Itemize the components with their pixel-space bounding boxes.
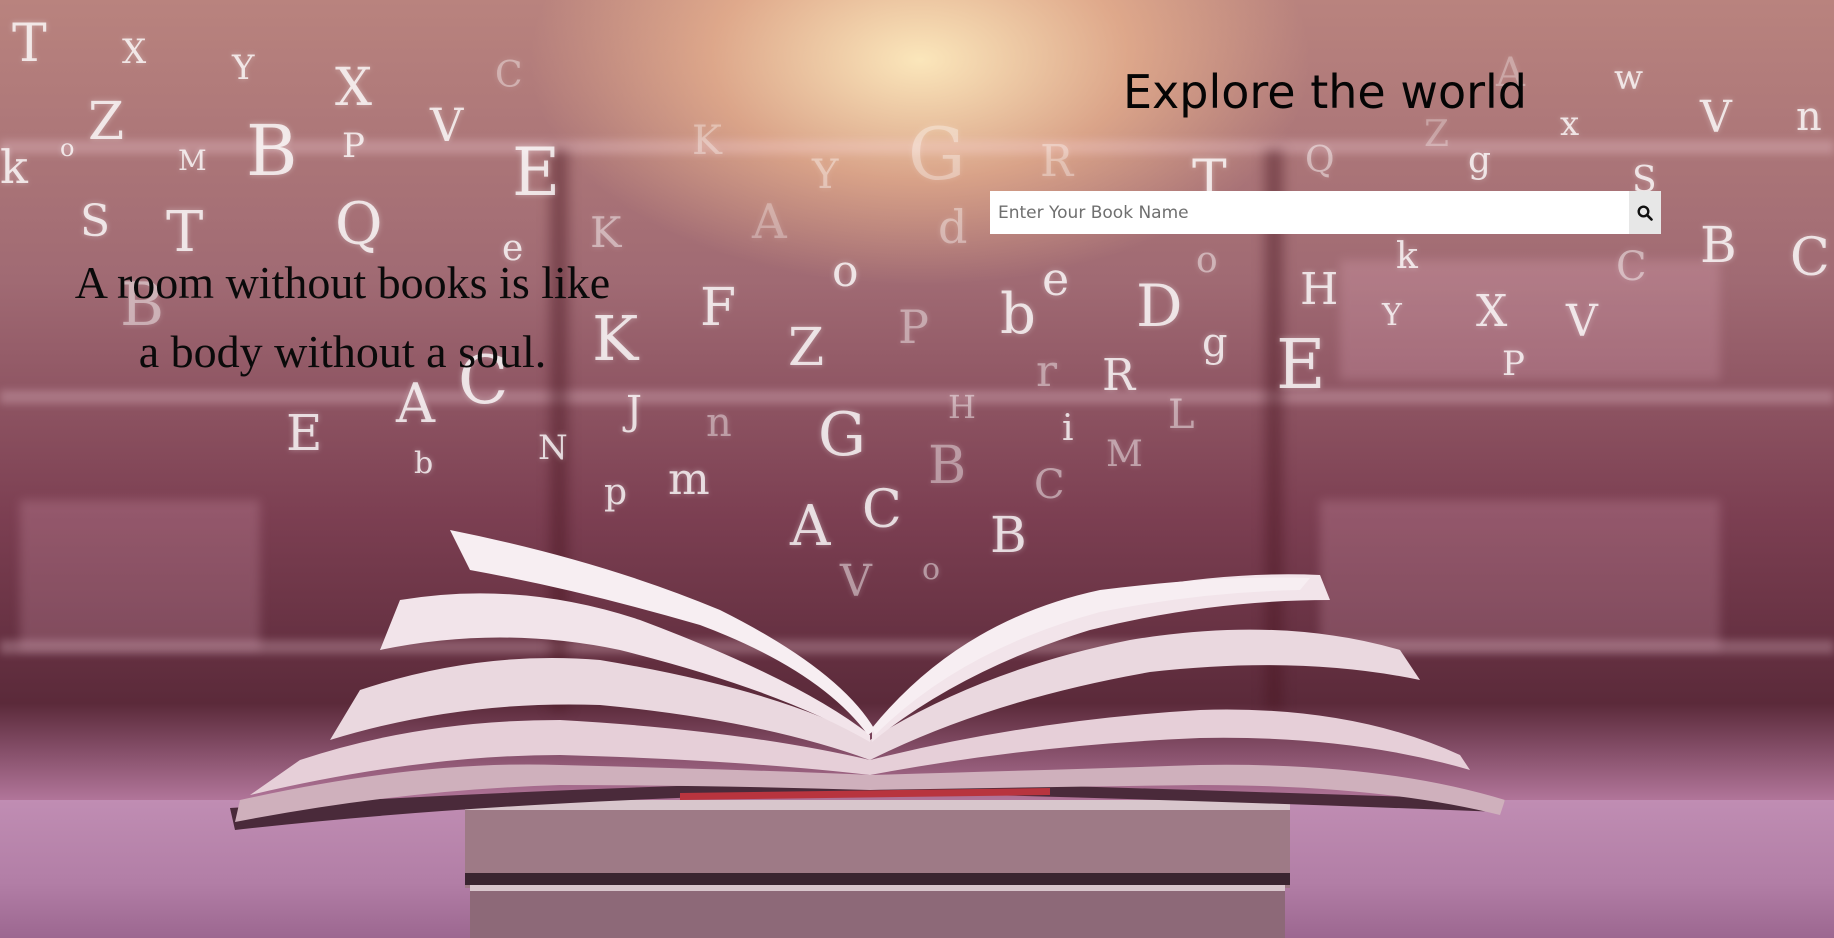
- floating-letter: C: [862, 480, 902, 540]
- floating-letter: i: [1062, 408, 1074, 449]
- floating-letter: n: [706, 400, 732, 446]
- hero-background: T X Y X C Z o k M B P V E K Y G R Q S T …: [0, 0, 1834, 938]
- floating-letter: C: [1790, 228, 1830, 288]
- floating-letter: k: [1396, 236, 1418, 277]
- floating-letter: g: [1468, 140, 1492, 181]
- bookshelf-books: [20, 500, 260, 650]
- floating-letter: p: [604, 472, 628, 513]
- hero-quote-line-1: A room without books is like: [74, 257, 611, 308]
- floating-letter: Z: [788, 318, 825, 378]
- floating-letter: Y: [1382, 298, 1402, 333]
- floating-letter: T: [12, 14, 47, 74]
- floating-letter: Y: [812, 152, 839, 198]
- floating-letter: Y: [232, 48, 255, 88]
- floating-letter: E: [1276, 326, 1326, 405]
- floating-letter: P: [898, 300, 929, 354]
- floating-letter: d: [938, 200, 968, 254]
- floating-letter: G: [908, 112, 966, 196]
- floating-letter: X: [122, 32, 147, 72]
- floating-letter: o: [922, 552, 941, 587]
- floating-letter: Q: [1305, 140, 1335, 181]
- floating-letter: P: [1502, 344, 1525, 384]
- book-search-form: [990, 191, 1661, 234]
- floating-letter: B: [1700, 216, 1737, 274]
- floating-letter: o: [832, 246, 859, 297]
- floating-letter: V: [1700, 92, 1732, 143]
- floating-letter: M: [178, 144, 207, 177]
- hero-quote-line-2: a body without a soul.: [138, 326, 547, 377]
- floating-letter: F: [700, 278, 737, 338]
- floating-letter: R: [1102, 350, 1136, 401]
- floating-letter: n: [1796, 94, 1822, 140]
- floating-letter: E: [512, 134, 561, 211]
- floating-letter: V: [840, 556, 872, 607]
- floating-letter: K: [692, 118, 722, 164]
- floating-letter: o: [1196, 240, 1218, 281]
- floating-letter: r: [1036, 346, 1058, 397]
- floating-letter: P: [342, 126, 365, 166]
- floating-letter: M: [1106, 434, 1143, 475]
- floating-letter: C: [495, 55, 523, 96]
- floating-letter: A: [790, 494, 831, 559]
- floating-letter: C: [1616, 244, 1647, 290]
- floating-letter: B: [928, 436, 967, 496]
- floating-letter: B: [246, 110, 298, 192]
- floating-letter: b: [414, 446, 434, 481]
- hero-quote: A room without books is like a body with…: [40, 248, 645, 386]
- floating-letter: R: [1040, 136, 1074, 187]
- floating-letter: E: [286, 404, 323, 462]
- floating-letter: X: [335, 58, 373, 118]
- floating-letter: g: [1202, 320, 1228, 366]
- floating-letter: H: [948, 388, 976, 426]
- floating-letter: J: [626, 388, 643, 434]
- floating-letter: Z: [88, 92, 125, 152]
- floating-letter: k: [0, 140, 28, 194]
- floating-letter: N: [538, 428, 568, 468]
- floating-letter: S: [80, 196, 111, 247]
- floating-letter: B: [990, 506, 1027, 564]
- floating-letter: H: [1300, 264, 1339, 315]
- floating-letter: D: [1136, 272, 1183, 340]
- bookshelf-column: [1265, 150, 1283, 710]
- floating-letter: m: [668, 454, 710, 505]
- floating-letter: V: [430, 98, 464, 152]
- floating-letter: X: [1476, 286, 1508, 337]
- floating-letter: e: [1042, 252, 1070, 306]
- floating-letter: L: [1168, 392, 1195, 438]
- bookshelf-books: [1320, 500, 1720, 650]
- floating-letter: b: [1000, 282, 1036, 347]
- floating-letter: G: [818, 400, 866, 470]
- search-button[interactable]: [1629, 191, 1661, 234]
- search-icon: [1637, 204, 1653, 221]
- floating-letter: V: [1566, 296, 1598, 347]
- bookshelf-band: [0, 390, 1834, 404]
- floating-letter: A: [752, 194, 787, 250]
- floating-letter: o: [60, 134, 75, 162]
- table-surface: [0, 800, 1834, 938]
- explore-title: Explore the world: [1122, 65, 1527, 119]
- book-search-input[interactable]: [990, 191, 1629, 234]
- floating-letter: C: [1034, 462, 1065, 508]
